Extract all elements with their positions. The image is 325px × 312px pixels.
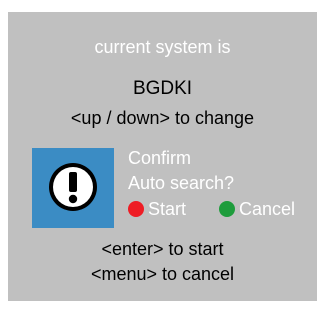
exclamation-icon (32, 148, 114, 228)
current-system-value[interactable]: BGDKI (8, 78, 317, 100)
dialog-question: Auto search? (128, 173, 235, 193)
exclamation-icon-dot (68, 194, 78, 204)
cancel-button[interactable]: Cancel (219, 198, 295, 220)
start-button-label: Start (148, 198, 187, 219)
start-dot-icon (128, 201, 144, 217)
start-button[interactable]: Start (128, 198, 186, 220)
cancel-button-label: Cancel (239, 198, 296, 219)
menu-screen: current system is BGDKI <up / down> to c… (8, 12, 317, 301)
cancel-dot-icon (219, 201, 235, 217)
exclamation-icon-graphic (49, 163, 97, 211)
enter-hint: <enter> to start (101, 239, 224, 259)
dialog-title: Confirm (128, 148, 192, 168)
exclamation-icon-bar (69, 172, 77, 192)
screen-title: current system is (94, 37, 231, 57)
menu-hint: <menu> to cancel (90, 264, 235, 284)
change-hint: <up / down> to change (70, 108, 255, 128)
